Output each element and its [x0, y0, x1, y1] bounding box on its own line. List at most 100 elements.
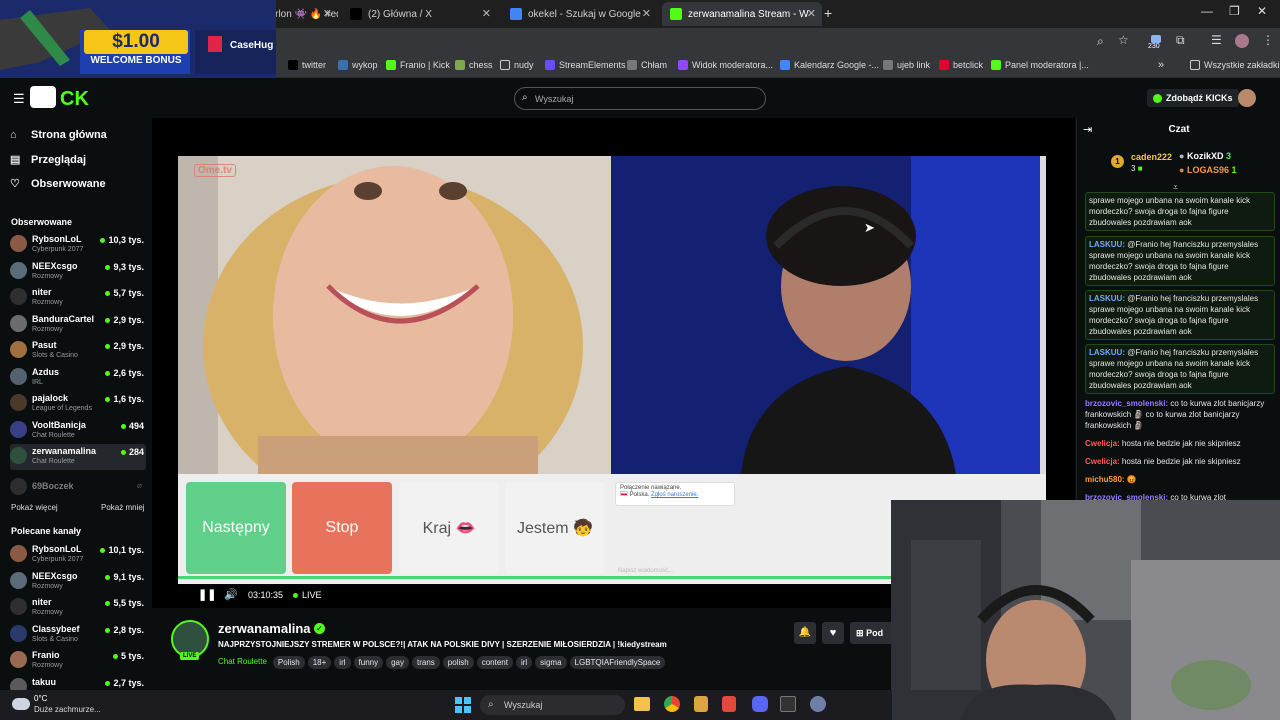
bookmark-item[interactable]: betclick [939, 60, 983, 70]
bookmark-item[interactable]: nudy [500, 60, 534, 70]
ome-button[interactable]: Kraj 👄 [399, 482, 499, 574]
close-tab-icon[interactable]: ✕ [642, 7, 651, 20]
chat-username[interactable]: brzozovic_smolenski: [1085, 399, 1168, 408]
sidebar-channel[interactable]: NEEXcsgo Rozmowy 9,1 tys. [10, 569, 146, 595]
sidebar-channel[interactable]: Franio Rozmowy 5 tys. [10, 648, 146, 674]
new-tab-button[interactable]: + [824, 5, 832, 21]
discord-icon[interactable] [752, 696, 768, 712]
browser-tab[interactable]: zerwanamalina Stream - W ✕ [662, 2, 822, 26]
bookmark-item[interactable]: Panel moderatora |... [991, 60, 1089, 70]
stream-tag[interactable]: Polish [272, 656, 305, 669]
sidebar-channel[interactable]: Azdus IRL 2,6 tys. [10, 365, 146, 391]
ome-button[interactable]: Stop [292, 482, 392, 574]
all-bookmarks[interactable]: Wszystkie zakładki [1190, 60, 1280, 70]
browser-tab[interactable]: (2) Główna / X ✕ [342, 2, 497, 26]
windows-start-icon[interactable] [455, 697, 471, 713]
zoom-search-icon[interactable]: ⌕ [1097, 34, 1104, 49]
close-tab-icon[interactable]: ✕ [323, 7, 332, 20]
stream-tag[interactable]: trans [412, 656, 440, 669]
browser-tab[interactable]: okekel - Szukaj w Google ✕ [502, 2, 657, 26]
video-scrollbar[interactable] [1040, 156, 1046, 474]
chat-username[interactable]: LASKUU: [1089, 240, 1125, 249]
stream-category[interactable]: Chat Roulette [218, 657, 267, 666]
chat-username[interactable]: michu580: [1085, 475, 1125, 484]
stream-tag[interactable]: irl [515, 656, 533, 669]
ome-button[interactable]: Jestem 🧒 [505, 482, 605, 574]
close-tab-icon[interactable]: ✕ [807, 7, 816, 20]
stream-tag[interactable]: LGBTQIAFriendlySpace [569, 656, 666, 669]
sidebar-channel[interactable]: RybsonLoL Cyberpunk 2077 10,3 tys. [10, 232, 146, 258]
settings-gear-icon[interactable] [810, 696, 826, 712]
sidebar-channel[interactable]: VooltBanicja Chat Roulette 494 [10, 418, 146, 444]
bookmark-star-icon[interactable]: ☆ [1118, 33, 1129, 47]
nav-item[interactable]: ♡ Obserwowane [10, 177, 106, 191]
kick-logo[interactable]: CK [30, 84, 96, 110]
search-input[interactable]: ⌕ Wyszukaj [514, 87, 766, 110]
bookmark-item[interactable]: Franio | Kick [386, 60, 450, 70]
sidebar-channel[interactable]: pajalock League of Legends 1,6 tys. [10, 391, 146, 417]
maximize-icon[interactable]: ❐ [1229, 4, 1240, 18]
chat-username[interactable]: LASKUU: [1089, 348, 1125, 357]
stream-tag[interactable]: irl [334, 656, 351, 669]
file-explorer-icon[interactable] [634, 697, 650, 711]
stream-tag[interactable]: funny [353, 656, 384, 669]
pause-icon[interactable]: ❚❚ [198, 588, 216, 601]
bookmark-item[interactable]: twitter [288, 60, 326, 70]
sidebar-channel[interactable]: niter Rozmowy 5,7 tys. [10, 285, 146, 311]
stream-tag[interactable]: polish [442, 656, 474, 669]
nav-item[interactable]: ▤ Przeglądaj [10, 153, 86, 167]
volume-icon[interactable]: 🔊 [224, 588, 238, 601]
app-icon[interactable] [694, 696, 708, 712]
sidebar-channel[interactable]: zerwanamalina Chat Roulette 284 [10, 444, 146, 470]
stream-tag[interactable]: content [476, 656, 513, 669]
minimize-icon[interactable]: — [1201, 4, 1213, 18]
subscribe-button[interactable]: ⊞ Pod [850, 622, 892, 644]
top-gifter-3[interactable]: ● LOGAS96 1 [1179, 165, 1237, 175]
bookmark-item[interactable]: Chłam [627, 60, 667, 70]
weather-temp[interactable]: 0°C [34, 694, 47, 703]
bookmark-item[interactable]: Kalendarz Google -... [780, 60, 879, 70]
bookmark-item[interactable]: Widok moderatora... [678, 60, 773, 70]
close-window-icon[interactable]: ✕ [1257, 4, 1267, 18]
stream-tag[interactable]: sigma [535, 656, 567, 669]
nav-item[interactable]: ⌂ Strona główna [10, 129, 107, 141]
channel-name[interactable]: zerwanamalina [218, 621, 311, 636]
user-avatar[interactable] [1238, 89, 1256, 107]
notification-bell-icon[interactable]: 🔔 [794, 622, 816, 644]
ome-message-input[interactable]: Napisz wiadomość... [618, 568, 673, 574]
chat-username[interactable]: Cwelicja: [1085, 457, 1120, 466]
sidebar-channel[interactable]: RybsonLoL Cyberpunk 2077 10,1 tys. [10, 542, 146, 568]
bookmark-item[interactable]: chess [455, 60, 493, 70]
extension-icon[interactable]: 230 [1146, 32, 1166, 52]
casehug-ad[interactable]: $1.00 WELCOME BONUS CaseHug [0, 0, 276, 78]
ome-button[interactable]: Następny [186, 482, 286, 574]
menu-kebab-icon[interactable]: ⋮ [1262, 33, 1274, 47]
sidebar-channel[interactable]: Pasut Slots & Casino 2,9 tys. [10, 338, 146, 364]
close-tab-icon[interactable]: ✕ [482, 7, 491, 20]
stream-tag[interactable]: gay [386, 656, 409, 669]
taskbar-search[interactable]: ⌕ Wyszukaj [480, 695, 625, 715]
top-gifter-1-name[interactable]: caden222 [1131, 152, 1172, 162]
chrome-icon[interactable] [664, 696, 680, 712]
chat-username[interactable]: LASKUU: [1089, 294, 1125, 303]
top-gifter-2[interactable]: ● KozikXD 3 [1179, 151, 1231, 161]
sidebar-channel[interactable]: BanduraCartel Rozmowy 2,9 tys. [10, 312, 146, 338]
offline-channel[interactable]: 69Boczek ⌀ [10, 475, 146, 501]
hamburger-menu-icon[interactable]: ☰ [13, 91, 25, 107]
app-icon[interactable] [722, 696, 736, 712]
sidebar-channel[interactable]: Classybeef Slots & Casino 2,8 tys. [10, 622, 146, 648]
bookmark-item[interactable]: StreamElements [545, 60, 626, 70]
report-link[interactable]: Zgłoś naruszenie. [651, 492, 698, 498]
terminal-icon[interactable] [780, 696, 796, 712]
get-kicks-button[interactable]: Zdobądź KICKs [1147, 89, 1239, 107]
sidebar-channel[interactable]: NEEXcsgo Rozmowy 9,3 tys. [10, 259, 146, 285]
show-more-link[interactable]: Pokaż więcej [11, 503, 58, 512]
bookmarks-overflow-icon[interactable]: » [1158, 59, 1164, 71]
stream-tag[interactable]: 18+ [307, 656, 332, 669]
weather-description[interactable]: Duże zachmurze... [34, 705, 101, 714]
chat-username[interactable]: Cwelicja: [1085, 439, 1120, 448]
follow-heart-icon[interactable]: ♥ [822, 622, 844, 644]
show-less-link[interactable]: Pokaż mniej [101, 503, 145, 512]
profile-avatar[interactable] [1235, 34, 1249, 48]
puzzle-icon[interactable]: ⧉ [1176, 33, 1185, 48]
